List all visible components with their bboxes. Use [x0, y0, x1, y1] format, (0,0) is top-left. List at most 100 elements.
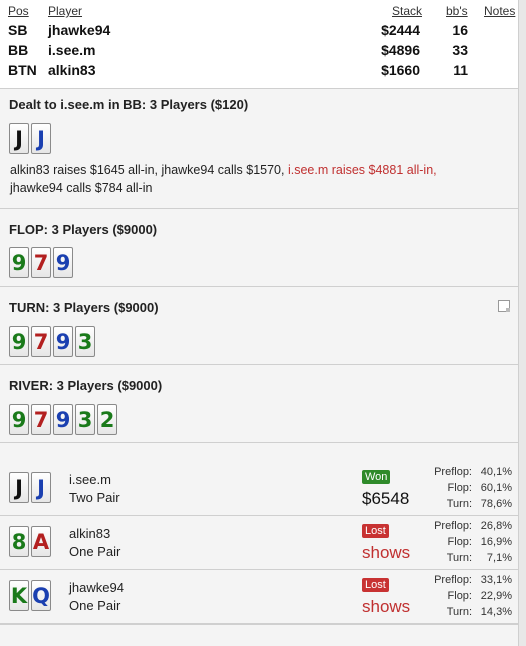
player-row[interactable]: BB i.see.m $4896 33	[0, 42, 526, 62]
col-stack-header[interactable]: Stack	[392, 4, 422, 18]
lost-badge: Lost	[362, 578, 389, 592]
players-table: Pos Player Stack bb's Notes SB jhawke94 …	[0, 4, 526, 86]
result-row: JJ i.see.m Two Pair Won $6548 Preflop: 40…	[0, 462, 518, 516]
card-j-spade: J	[9, 123, 29, 154]
result-hand: Two Pair	[69, 490, 120, 505]
equity-label: Preflop:	[434, 466, 472, 478]
equity-label: Preflop:	[434, 574, 472, 586]
equity-value: 60,1%	[480, 482, 512, 494]
result-cards: JJ	[9, 472, 53, 503]
col-player-header[interactable]: Player	[48, 4, 82, 18]
player-name: alkin83	[48, 62, 96, 78]
card-9-club: 9	[9, 326, 29, 357]
player-row[interactable]: BTN alkin83 $1660 11	[0, 62, 526, 82]
player-stack: $4896	[381, 42, 420, 58]
equity-label: Flop:	[447, 482, 472, 494]
result-player-name: jhawke94	[69, 580, 124, 595]
equity-value: 7,1%	[486, 552, 512, 564]
player-stack: $1660	[381, 62, 420, 78]
card-3-club: 3	[75, 404, 95, 435]
player-name: jhawke94	[48, 22, 111, 38]
action-text: jhawke94 calls $784 all-in	[10, 181, 153, 195]
equity-table: Preflop: 33,1% Flop: 22,9% Turn: 14,3%	[420, 574, 512, 622]
result-player-name: i.see.m	[69, 472, 111, 487]
player-name: i.see.m	[48, 42, 96, 58]
turn-title: TURN: 3 Players ($9000)	[9, 300, 159, 315]
lost-badge: Lost	[362, 524, 389, 538]
card-8-club: 8	[9, 526, 29, 557]
hole-cards: JJ	[9, 123, 53, 154]
result-cards: KQ	[9, 580, 53, 611]
card-3-club: 3	[75, 326, 95, 357]
result-row: KQ jhawke94 One Pair Lost shows Preflop:…	[0, 570, 518, 624]
card-7-heart: 7	[31, 404, 51, 435]
card-a-heart: A	[31, 526, 51, 557]
player-pos: SB	[8, 22, 28, 38]
result-hand: One Pair	[69, 544, 121, 559]
action-text: alkin83 raises $1645 all-in, jhawke94 ca…	[10, 163, 288, 177]
river-title: RIVER: 3 Players ($9000)	[9, 378, 163, 393]
card-j-diamond: J	[31, 123, 51, 154]
player-row[interactable]: SB jhawke94 $2444 16	[0, 22, 526, 42]
equity-label: Turn:	[446, 498, 472, 510]
shows-link[interactable]: shows	[362, 543, 410, 563]
card-7-heart: 7	[31, 247, 51, 278]
card-9-club: 9	[9, 404, 29, 435]
card-9-diamond: 9	[53, 247, 73, 278]
turn-panel: TURN: 3 Players ($9000) 9793	[0, 286, 518, 364]
col-bbs-header[interactable]: bb's	[446, 4, 468, 18]
shows-link[interactable]: shows	[362, 597, 410, 617]
card-2-club: 2	[97, 404, 117, 435]
equity-label: Flop:	[447, 536, 472, 548]
result-cards: 8A	[9, 526, 53, 557]
footer-area	[0, 624, 518, 646]
flop-cards: 979	[9, 247, 75, 278]
equity-value: 16,9%	[480, 536, 512, 548]
equity-value: 26,8%	[480, 520, 512, 532]
card-k-club: K	[9, 580, 29, 611]
flop-panel: FLOP: 3 Players ($9000) 979	[0, 208, 518, 286]
col-notes-header[interactable]: Notes	[484, 4, 515, 18]
equity-value: 14,3%	[480, 606, 512, 618]
won-badge: Won	[362, 470, 391, 484]
equity-label: Turn:	[446, 606, 472, 618]
equity-table: Preflop: 26,8% Flop: 16,9% Turn: 7,1%	[420, 520, 512, 568]
result-amount: $6548	[362, 489, 410, 508]
scrollbar-track[interactable]	[518, 0, 526, 646]
player-stack: $2444	[381, 22, 420, 38]
hero-action-text: i.see.m raises $4881 all-in,	[287, 163, 437, 177]
result-row: 8A alkin83 One Pair Lost shows Preflop: 2…	[0, 516, 518, 570]
equity-label: Preflop:	[434, 520, 472, 532]
card-j-diamond: J	[31, 472, 51, 503]
preflop-actions: alkin83 raises $1645 all-in, jhawke94 ca…	[10, 161, 490, 197]
equity-label: Flop:	[447, 590, 472, 602]
player-pos: BB	[8, 42, 29, 58]
card-j-spade: J	[9, 472, 29, 503]
player-bbs: 33	[452, 42, 468, 58]
turn-cards: 9793	[9, 326, 97, 357]
equity-value: 78,6%	[480, 498, 512, 510]
card-7-heart: 7	[31, 326, 51, 357]
equity-label: Turn:	[446, 552, 472, 564]
col-pos-header[interactable]: Pos	[8, 4, 29, 18]
equity-value: 22,9%	[480, 590, 512, 602]
preflop-title: Dealt to i.see.m in BB: 3 Players ($120)	[9, 97, 249, 112]
player-pos: BTN	[8, 62, 37, 78]
flop-title: FLOP: 3 Players ($9000)	[9, 222, 158, 237]
card-9-diamond: 9	[53, 326, 73, 357]
card-q-diamond: Q	[31, 580, 51, 611]
equity-value: 33,1%	[480, 574, 512, 586]
equity-table: Preflop: 40,1% Flop: 60,1% Turn: 78,6%	[420, 466, 512, 514]
equity-value: 40,1%	[480, 466, 512, 478]
preflop-panel: Dealt to i.see.m in BB: 3 Players ($120)…	[0, 88, 518, 208]
result-player-name: alkin83	[69, 526, 111, 541]
river-panel: RIVER: 3 Players ($9000) 97932	[0, 364, 518, 442]
note-icon[interactable]	[498, 300, 510, 312]
result-hand: One Pair	[69, 598, 121, 613]
card-9-diamond: 9	[53, 404, 73, 435]
player-bbs: 16	[452, 22, 468, 38]
spacer	[0, 442, 518, 462]
card-9-club: 9	[9, 247, 29, 278]
river-cards: 97932	[9, 404, 119, 435]
player-bbs: 11	[453, 62, 468, 78]
